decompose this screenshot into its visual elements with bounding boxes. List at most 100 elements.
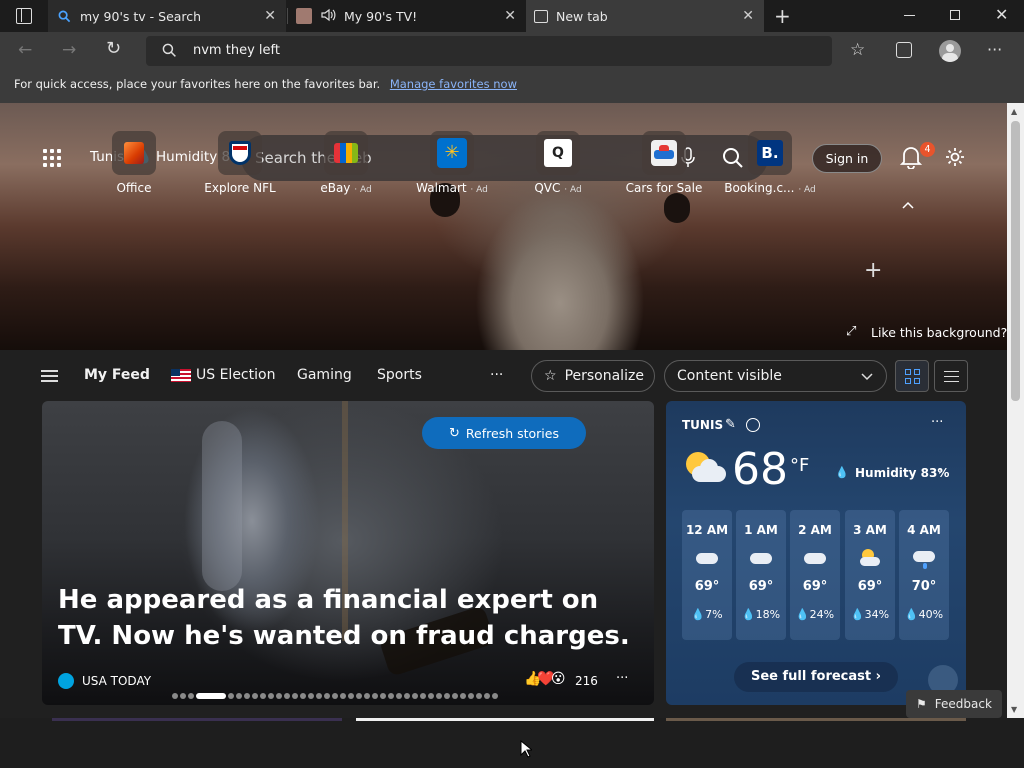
favorites-bar: For quick access, place your favorites h…	[0, 70, 1024, 103]
weather-more-button[interactable]: ···	[931, 415, 943, 430]
feedback-button[interactable]: ⚑ Feedback	[906, 690, 1002, 718]
quicklink-office[interactable]	[112, 131, 156, 175]
bell-icon[interactable]	[899, 145, 923, 173]
story-more-button[interactable]: ···	[616, 671, 628, 686]
close-window-button[interactable]: ✕	[995, 5, 1008, 24]
hour-time: 1 AM	[744, 523, 778, 537]
close-tab-icon[interactable]: ✕	[504, 8, 516, 24]
settings-more-icon[interactable]: ···	[987, 40, 1002, 59]
quicklink-ebay[interactable]	[324, 131, 368, 175]
add-tab-button[interactable]: +	[774, 4, 791, 28]
quicklink-nfl[interactable]	[218, 131, 262, 175]
car-icon	[651, 140, 677, 166]
profile-avatar[interactable]	[939, 40, 961, 62]
address-bar[interactable]: nvm they left	[146, 36, 832, 66]
quicklink-label: Cars for Sale	[625, 181, 703, 195]
edit-pencil-icon[interactable]: ✎	[725, 417, 736, 432]
temperature-unit[interactable]: °F	[790, 455, 809, 476]
scrollbar[interactable]: ▲ ▼	[1007, 103, 1024, 718]
search-icon	[162, 43, 177, 62]
tab-my-90s-tv[interactable]: My 90's TV! ✕	[288, 0, 526, 32]
forward-button[interactable]: →	[62, 40, 76, 60]
search-icon[interactable]	[722, 147, 744, 173]
refresh-button[interactable]: ↻	[106, 38, 121, 59]
tab-label: My 90's TV!	[344, 8, 418, 24]
hour-time: 4 AM	[907, 523, 941, 537]
carousel-dots[interactable]	[172, 693, 498, 699]
quicklink-cars[interactable]	[642, 131, 686, 175]
sign-in-button[interactable]: Sign in	[812, 144, 882, 173]
story-source[interactable]: USA TODAY	[82, 674, 151, 688]
personalize-button[interactable]: ☆ Personalize	[531, 360, 655, 392]
close-tab-icon[interactable]: ✕	[264, 8, 276, 24]
chevron-down-icon	[860, 370, 874, 386]
hourly-forecast-item[interactable]: 1 AM 69° 💧18%	[736, 510, 786, 640]
hour-precip: 💧40%	[904, 608, 944, 621]
mouse-cursor	[520, 739, 534, 762]
refresh-label: Refresh stories	[465, 425, 559, 441]
quicklink-label: QVC · Ad	[534, 181, 582, 195]
search-box[interactable]: Search the web	[241, 135, 768, 181]
more-tabs-button[interactable]: ···	[490, 367, 503, 383]
quicklink-label: eBay · Ad	[320, 181, 372, 195]
hourly-forecast-item[interactable]: 12 AM 69° 💧7%	[682, 510, 732, 640]
quicklink-qvc[interactable]: Q	[536, 131, 580, 175]
scrollbar-thumb[interactable]	[1011, 121, 1020, 401]
tab-search[interactable]: my 90's tv - Search ✕	[48, 0, 286, 32]
tab-new-tab[interactable]: New tab ✕	[526, 0, 764, 32]
tab-label: New tab	[556, 8, 608, 24]
tab-my-feed[interactable]: My Feed	[84, 367, 150, 383]
hamburger-menu-icon[interactable]	[41, 370, 58, 382]
scroll-up-arrow[interactable]: ▲	[1011, 107, 1017, 116]
close-tab-icon[interactable]: ✕	[742, 8, 754, 24]
speaker-icon[interactable]	[320, 8, 336, 25]
apps-launcher-icon[interactable]	[43, 149, 61, 167]
new-tab-icon	[534, 9, 548, 23]
hourly-forecast-item[interactable]: 2 AM 69° 💧24%	[790, 510, 840, 640]
like-background-link[interactable]: Like this background?	[871, 325, 1007, 340]
refresh-stories-button[interactable]: ↻ Refresh stories	[422, 417, 586, 449]
weather-humidity[interactable]: Humidity 83%	[855, 466, 949, 480]
tab-gaming[interactable]: Gaming	[297, 367, 352, 383]
story-headline[interactable]: He appeared as a financial expert on TV.…	[58, 582, 648, 654]
hour-precip: 💧34%	[850, 608, 890, 621]
back-button[interactable]: ←	[18, 40, 32, 60]
hour-precip: 💧18%	[741, 608, 781, 621]
expand-icon[interactable]: ⤢	[846, 324, 856, 339]
tab-sports[interactable]: Sports	[377, 367, 422, 383]
minimize-button[interactable]	[904, 15, 915, 16]
quicklink-walmart[interactable]: ✳	[430, 131, 474, 175]
hour-precip: 💧24%	[795, 608, 835, 621]
tab-actions-icon[interactable]	[16, 8, 32, 24]
search-icon	[56, 8, 72, 24]
reaction-count[interactable]: 216	[575, 674, 598, 688]
tab-label: my 90's tv - Search	[80, 8, 202, 24]
list-view-button[interactable]	[934, 360, 968, 392]
story-image	[202, 421, 242, 591]
quicklink-label: Explore NFL	[204, 181, 276, 195]
restore-button[interactable]	[950, 10, 960, 20]
chevron-right-icon[interactable]: ›	[938, 464, 943, 479]
scroll-down-arrow[interactable]: ▼	[1011, 705, 1017, 714]
hour-time: 3 AM	[853, 523, 887, 537]
collapse-chevron-icon[interactable]	[901, 195, 915, 214]
globe-icon[interactable]	[746, 418, 760, 432]
list-icon	[944, 371, 959, 382]
feed-navigation: My Feed US Election Gaming Sports ··· ☆ …	[0, 350, 1007, 400]
gear-icon[interactable]	[944, 146, 966, 172]
see-full-forecast-button[interactable]: See full forecast ›	[734, 662, 898, 692]
quicklink-booking[interactable]: B.	[748, 131, 792, 175]
grid-view-button[interactable]	[895, 360, 929, 392]
hourly-forecast-item[interactable]: 3 AM 69° 💧34%	[845, 510, 895, 640]
add-quicklink-button[interactable]: +	[864, 258, 882, 283]
content-visibility-dropdown[interactable]: Content visible	[664, 360, 887, 392]
reactions-icon: 👍❤️😮	[524, 671, 566, 687]
hourly-forecast-item[interactable]: 4 AM 70° 💧40%	[899, 510, 949, 640]
hour-temp: 69°	[802, 579, 828, 594]
favorites-star-icon[interactable]: ☆	[850, 40, 865, 60]
tab-us-election[interactable]: US Election	[196, 367, 275, 383]
cloud-icon	[790, 545, 840, 571]
collections-icon[interactable]	[896, 42, 912, 58]
notification-badge: 4	[920, 142, 935, 157]
manage-favorites-link[interactable]: Manage favorites now	[390, 77, 517, 91]
